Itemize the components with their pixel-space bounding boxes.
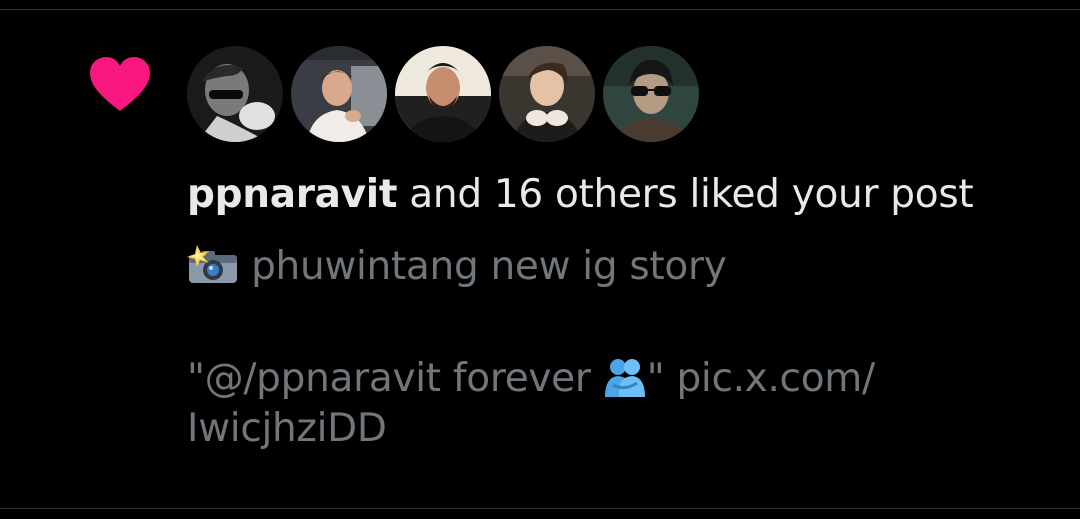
post-preview[interactable]: phuwintang new ig story "@/ppnaravit for… [187, 242, 1047, 454]
preview-line: IwicjhziDD [187, 404, 1047, 454]
avatar[interactable] [603, 46, 699, 142]
avatar[interactable] [291, 46, 387, 142]
avatar[interactable] [499, 46, 595, 142]
preview-text-line1: phuwintang new ig story [239, 244, 727, 289]
avatar[interactable] [187, 46, 283, 142]
avatar[interactable] [395, 46, 491, 142]
preview-text-line2-prefix: "@/ppnaravit forever [187, 356, 603, 401]
liker-username[interactable]: ppnaravit [187, 172, 398, 217]
preview-text-line2-suffix: " pic.x.com/ [646, 356, 875, 401]
notification-text[interactable]: ppnaravit and 16 others liked your post [187, 170, 974, 220]
top-divider [0, 9, 1080, 10]
people-hugging-icon [603, 357, 647, 410]
preview-line: phuwintang new ig story [187, 242, 1047, 292]
camera-flash-icon [187, 245, 239, 298]
heart-icon [88, 55, 152, 113]
preview-line: "@/ppnaravit forever " pic.x.com/ [187, 354, 1047, 404]
bottom-divider [0, 508, 1080, 509]
preview-text-line3: IwicjhziDD [187, 406, 387, 451]
liked-action-text: and 16 others liked your post [397, 172, 974, 217]
